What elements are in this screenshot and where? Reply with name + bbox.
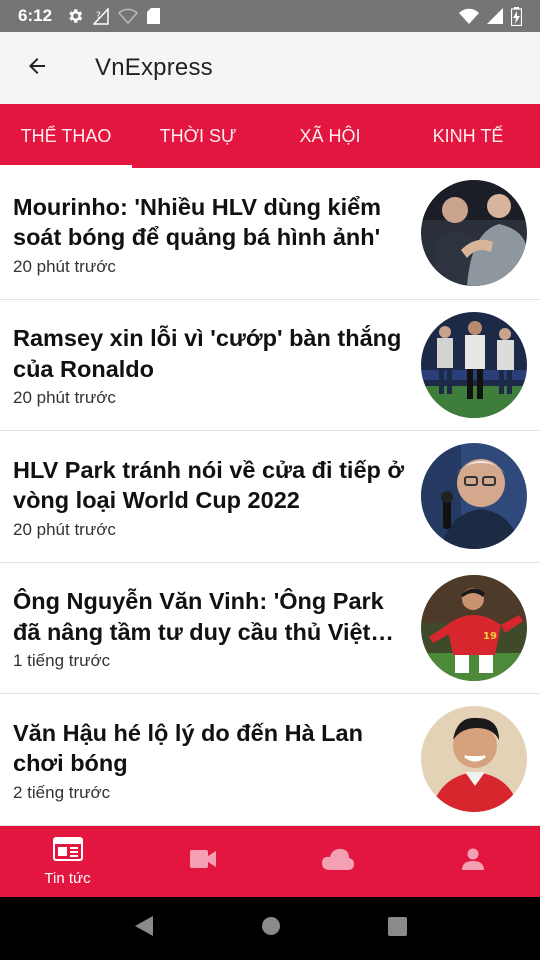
app-bar: VnExpress [0, 32, 540, 104]
news-title: HLV Park tránh nói về cửa đi tiếp ở vòng… [13, 456, 405, 514]
news-thumbnail [421, 180, 527, 287]
tab-label: THỂ THAO [20, 125, 112, 146]
news-time: 20 phút trước [13, 256, 116, 276]
newspaper-icon [52, 836, 83, 866]
sd-card-icon [147, 8, 161, 24]
video-camera-icon [189, 850, 216, 873]
news-title: Ông Nguyễn Văn Vinh: 'Ông Park đã nâng t… [13, 588, 384, 645]
news-title: Ramsey xin lỗi vì 'cướp' bàn thắng của R… [13, 325, 402, 382]
news-list: Mourinho: 'Nhiều HLV dùng kiểm soát bóng… [0, 168, 540, 826]
system-navigation-bar [0, 897, 540, 960]
cloud-icon [321, 848, 354, 875]
tab-thoi-su[interactable]: THỜI SỰ [132, 104, 264, 168]
category-tabs: THỂ THAO THỜI SỰ XÃ HỘI KINH TẾ [0, 104, 540, 168]
news-item[interactable]: Ông Nguyễn Văn Vinh: 'Ông Park đã nâng t… [0, 563, 540, 694]
news-thumbnail [421, 311, 527, 418]
status-bar: 6:12 ? [0, 0, 540, 32]
tab-label: XÃ HỘI [299, 125, 361, 146]
tab-kinh-te[interactable]: KINH TẾ [396, 104, 540, 168]
tab-xa-hoi[interactable]: XÃ HỘI [264, 104, 396, 168]
news-thumbnail: 19 [421, 574, 527, 681]
settings-icon [66, 7, 84, 25]
news-item[interactable]: Văn Hậu hé lộ lý do đến Hà Lan chơi bóng… [0, 694, 540, 826]
news-item[interactable]: HLV Park tránh nói về cửa đi tiếp ở vòng… [0, 431, 540, 563]
svg-text:?: ? [96, 11, 101, 21]
tab-label: KINH TẾ [432, 125, 504, 146]
nav-video[interactable] [135, 826, 270, 897]
wifi-weak-icon [118, 8, 139, 24]
news-thumbnail [421, 706, 527, 813]
back-triangle-icon[interactable] [133, 915, 155, 942]
news-thumbnail [421, 443, 527, 550]
no-signal-icon: ? [93, 7, 109, 25]
cell-signal-icon [487, 8, 503, 24]
recents-square-icon[interactable] [387, 916, 407, 941]
news-title: Văn Hậu hé lộ lý do đến Hà Lan chơi bóng [13, 719, 363, 777]
person-icon [461, 848, 484, 875]
bottom-navigation: Tin tức [0, 826, 540, 897]
nav-weather[interactable] [270, 826, 405, 897]
battery-charging-icon [511, 6, 522, 26]
news-item[interactable]: Mourinho: 'Nhiều HLV dùng kiểm soát bóng… [0, 168, 540, 300]
news-time: 2 tiếng trước [13, 782, 111, 802]
wifi-icon [459, 8, 479, 24]
back-button[interactable] [0, 32, 74, 104]
news-time: 20 phút trước [13, 388, 116, 408]
tab-label: THỜI SỰ [159, 125, 237, 146]
news-title: Mourinho: 'Nhiều HLV dùng kiểm soát bóng… [13, 193, 382, 251]
arrow-back-icon [25, 54, 49, 83]
svg-text:19: 19 [483, 631, 497, 642]
app-title: VnExpress [95, 54, 213, 81]
tab-the-thao[interactable]: THỂ THAO [0, 104, 132, 168]
status-time: 6:12 [18, 6, 53, 25]
nav-tin-tuc[interactable]: Tin tức [0, 826, 135, 897]
news-time: 20 phút trước [13, 519, 116, 539]
nav-profile[interactable] [405, 826, 540, 897]
home-circle-icon[interactable] [261, 916, 281, 941]
news-item[interactable]: Ramsey xin lỗi vì 'cướp' bàn thắng của R… [0, 300, 540, 431]
news-time: 1 tiếng trước [13, 651, 111, 671]
nav-label: Tin tức [44, 869, 91, 887]
